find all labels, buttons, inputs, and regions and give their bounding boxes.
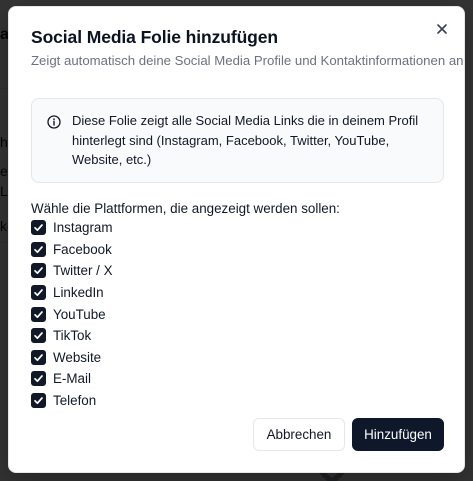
checkmark-icon bbox=[34, 246, 43, 253]
cancel-button[interactable]: Abbrechen bbox=[253, 418, 345, 451]
platform-label: Website bbox=[53, 349, 102, 365]
platform-checkbox[interactable] bbox=[31, 328, 46, 344]
checkmark-icon bbox=[34, 375, 43, 383]
info-circle-icon bbox=[47, 115, 61, 129]
add-button[interactable]: Hinzufügen bbox=[352, 418, 444, 451]
platform-option[interactable]: Website bbox=[31, 347, 113, 369]
social-media-dialog: Social Media Folie hinzufügen Zeigt auto… bbox=[8, 6, 465, 473]
checkmark-icon bbox=[34, 354, 43, 361]
close-icon bbox=[437, 24, 447, 34]
checkmark-icon bbox=[34, 397, 43, 405]
platform-label: Instagram bbox=[53, 220, 113, 236]
platform-checkbox[interactable] bbox=[31, 349, 46, 365]
platform-option[interactable]: Facebook bbox=[31, 239, 113, 261]
platform-option[interactable]: E-Mail bbox=[31, 368, 113, 390]
dialog-description: Zeigt automatisch deine Social Media Pro… bbox=[31, 53, 464, 68]
platform-label: Telefon bbox=[53, 393, 97, 409]
platform-option[interactable]: YouTube bbox=[31, 303, 113, 325]
platform-checkbox[interactable] bbox=[31, 393, 46, 409]
platform-label: E-Mail bbox=[53, 371, 91, 387]
platform-label: Facebook bbox=[53, 241, 112, 257]
platform-option[interactable]: Twitter / X bbox=[31, 260, 113, 282]
close-button[interactable] bbox=[434, 21, 450, 37]
platform-label: TikTok bbox=[53, 328, 92, 344]
platform-option[interactable]: Instagram bbox=[31, 217, 113, 239]
platform-checkbox[interactable] bbox=[31, 220, 46, 236]
platform-checkbox-list: Instagram Facebook Twitter / X LinkedIn YouT… bbox=[31, 217, 113, 411]
checkmark-icon bbox=[34, 310, 43, 318]
checkmark-icon bbox=[34, 289, 43, 297]
dialog-title: Social Media Folie hinzufügen bbox=[31, 27, 278, 47]
platform-option[interactable]: TikTok bbox=[31, 325, 113, 347]
info-box: Diese Folie zeigt alle Social Media Link… bbox=[31, 98, 444, 183]
platform-checkbox[interactable] bbox=[31, 371, 46, 387]
platform-checkbox[interactable] bbox=[31, 306, 46, 322]
platform-option[interactable]: LinkedIn bbox=[31, 282, 113, 304]
platform-checkbox[interactable] bbox=[31, 241, 46, 257]
platform-checkbox[interactable] bbox=[31, 263, 46, 279]
info-text: Diese Folie zeigt alle Social Media Link… bbox=[72, 113, 419, 167]
platform-prompt: Wähle die Plattformen, die angezeigt wer… bbox=[31, 201, 340, 216]
platform-label: Twitter / X bbox=[53, 263, 113, 279]
platform-checkbox[interactable] bbox=[31, 285, 46, 301]
platform-label: YouTube bbox=[53, 306, 106, 322]
checkmark-icon bbox=[34, 224, 43, 232]
checkmark-icon bbox=[34, 332, 43, 340]
platform-label: LinkedIn bbox=[53, 285, 104, 301]
checkmark-icon bbox=[34, 267, 43, 275]
platform-option[interactable]: Telefon bbox=[31, 390, 113, 412]
